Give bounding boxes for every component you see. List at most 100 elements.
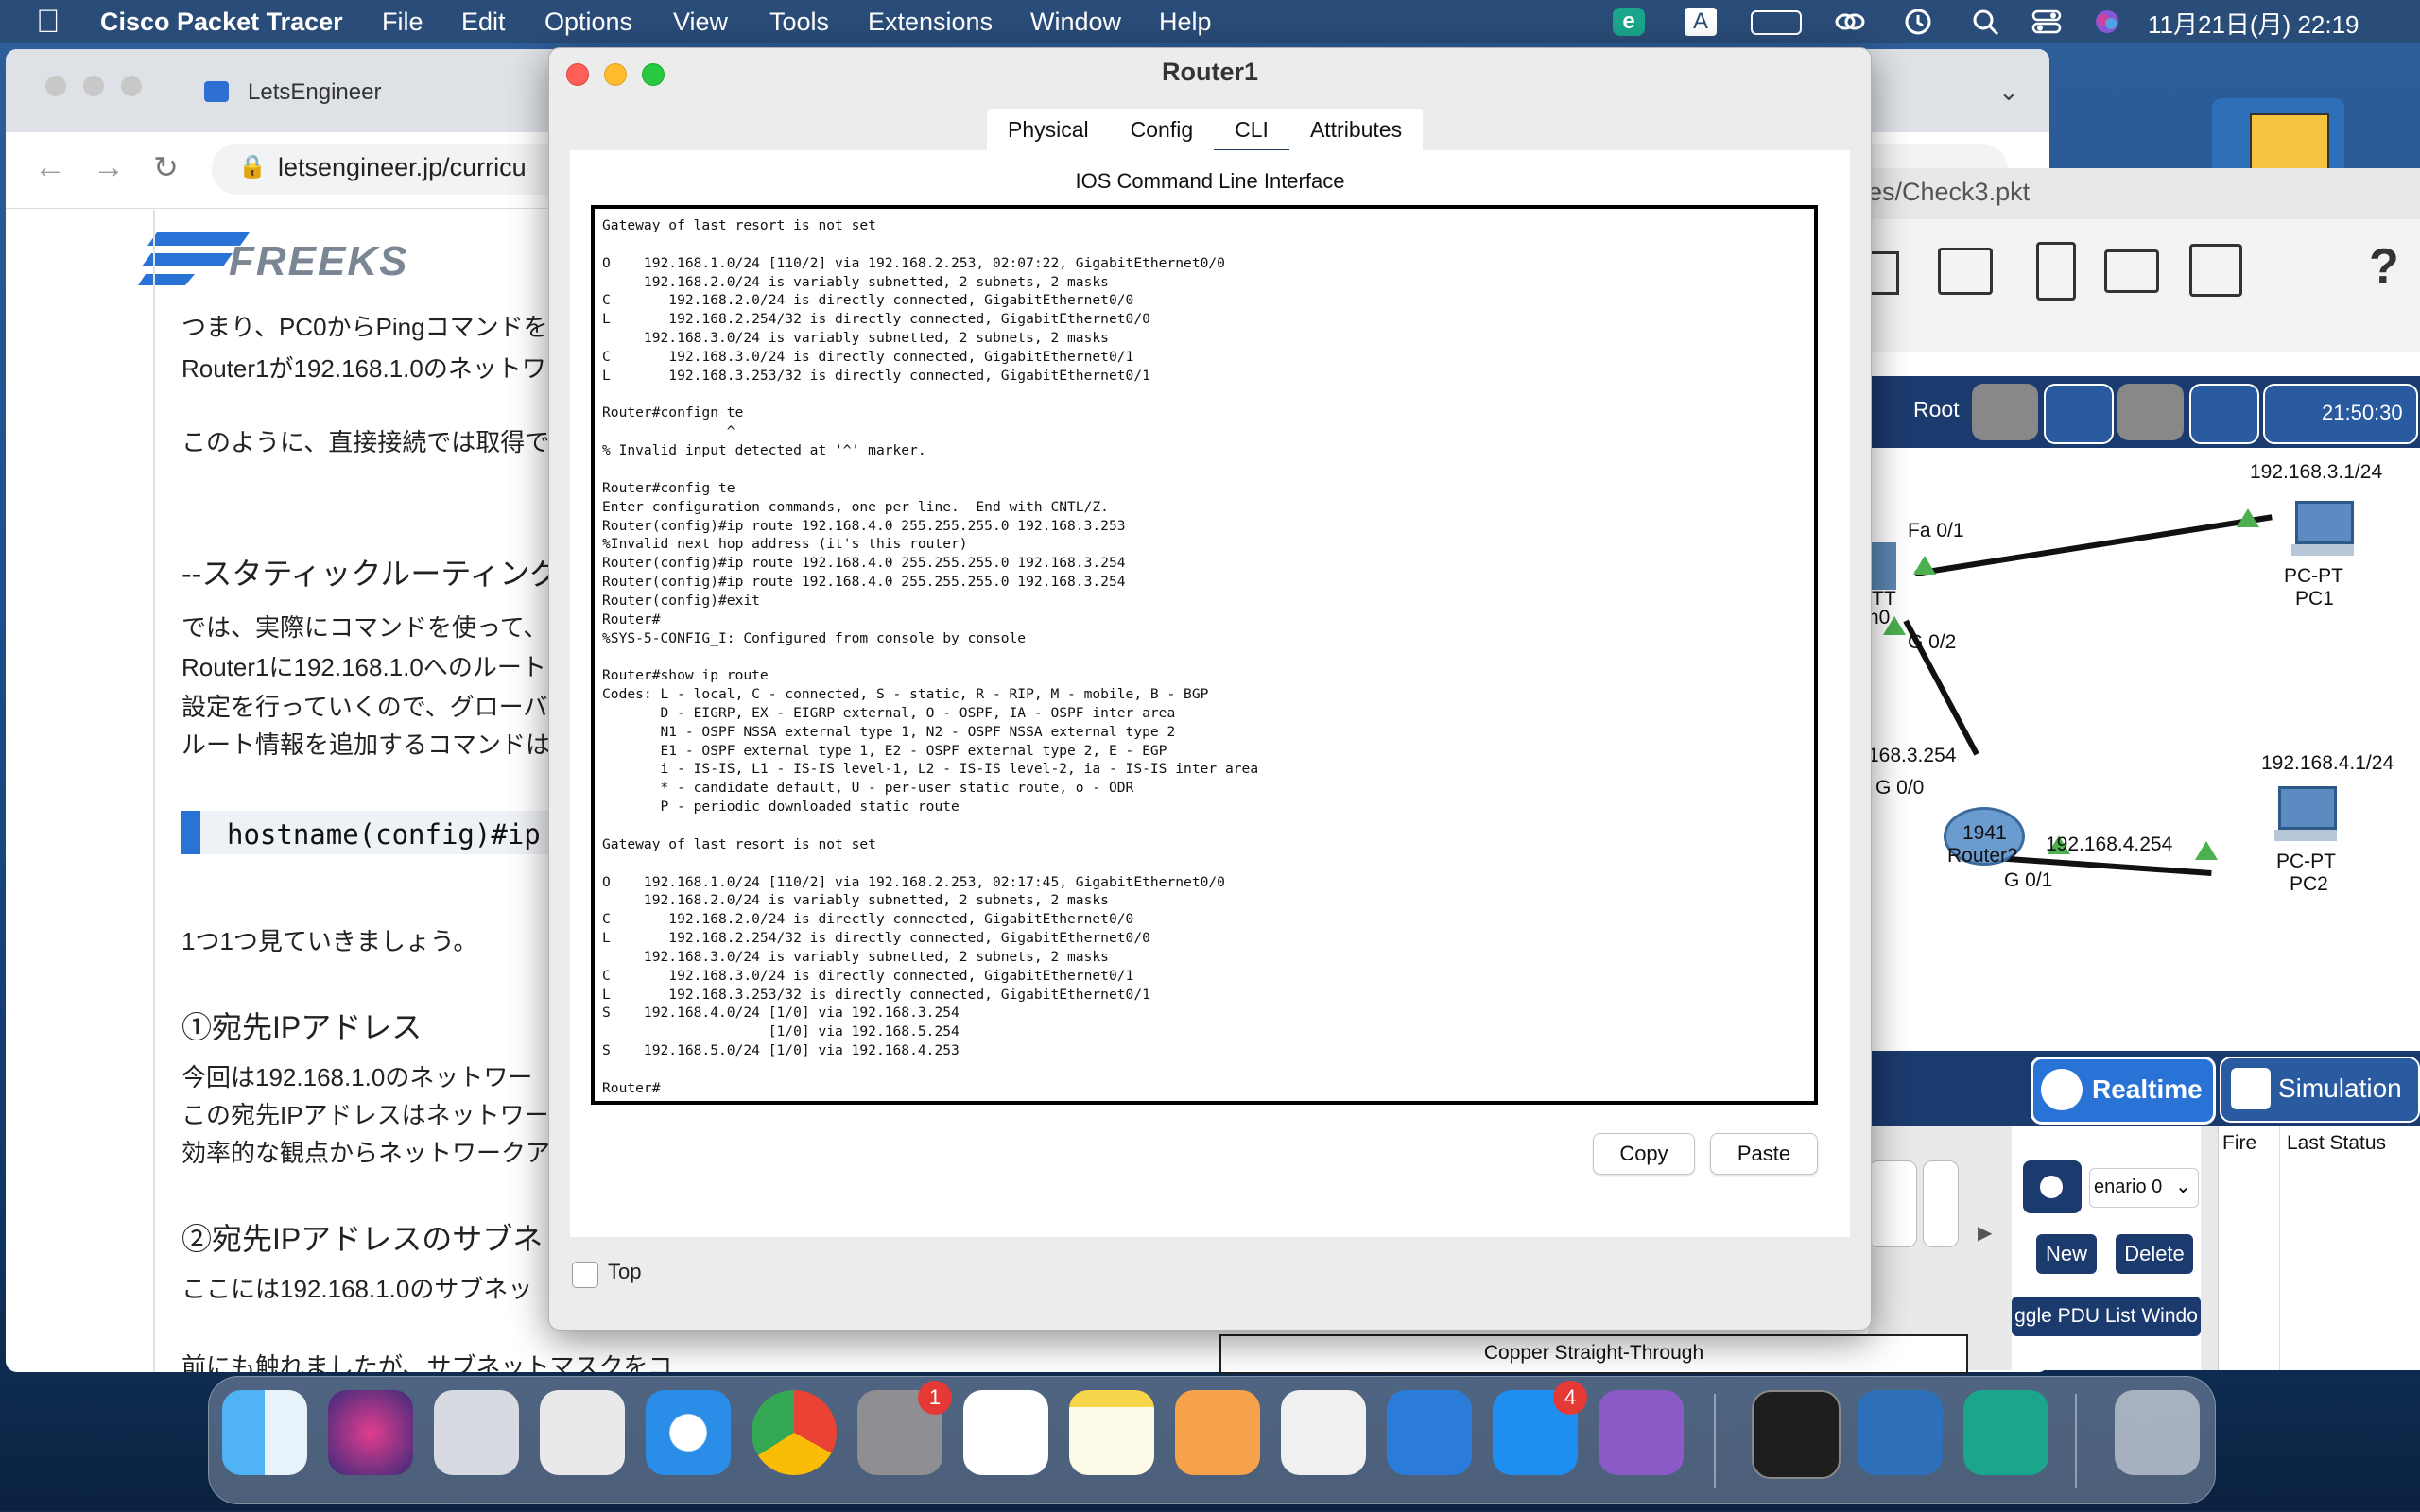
cli-panel: IOS Command Line Interface Gateway of la… <box>570 150 1850 1237</box>
clock[interactable]: 11月21日(月) 22:19 <box>2148 6 2360 41</box>
apple-icon[interactable]:  <box>36 4 60 41</box>
window-minimize-dot[interactable] <box>83 76 104 96</box>
logo-text: FREEKS <box>229 238 409 284</box>
cloud-window-icon[interactable] <box>2189 244 2242 297</box>
app-store-icon[interactable]: 4 <box>1493 1381 1587 1475</box>
reload-icon[interactable]: ↻ <box>153 149 179 185</box>
time-machine-icon[interactable] <box>1902 8 1934 36</box>
pt-file-title: es/Check3.pkt <box>1868 178 2031 206</box>
link-switch-pc1[interactable] <box>1914 514 2273 576</box>
move-icon[interactable] <box>2118 384 2184 440</box>
cloud-add-icon[interactable] <box>2044 384 2114 444</box>
search-icon[interactable] <box>1970 8 2002 36</box>
subheading: ①宛先IPアドレス <box>182 1010 423 1044</box>
cable-type-label: Copper Straight-Through <box>1219 1334 1968 1374</box>
dock-divider <box>2075 1394 2077 1488</box>
tab-physical[interactable]: Physical <box>987 109 1110 154</box>
safari-icon[interactable] <box>646 1390 731 1475</box>
link-up-indicator <box>1913 556 1936 575</box>
disk-utility-icon[interactable] <box>540 1390 625 1475</box>
router-ip-label: 168.3.254 <box>1868 745 1957 766</box>
subheading: ②宛先IPアドレスのサブネ <box>182 1222 544 1256</box>
cli-output[interactable]: Gateway of last resort is not set O 192.… <box>595 209 1814 1098</box>
menu-help[interactable]: Help <box>1159 8 1212 37</box>
letsengineer-favicon-icon <box>204 81 229 102</box>
keynote-icon[interactable] <box>1387 1390 1472 1475</box>
menu-window[interactable]: Window <box>1030 8 1121 37</box>
control-center-icon[interactable] <box>2031 8 2063 36</box>
col-last-status-header[interactable]: Last Status <box>2287 1132 2386 1155</box>
article-line: Router1が192.168.1.0のネットワ <box>182 354 546 383</box>
github-desktop-icon[interactable] <box>1599 1390 1684 1475</box>
menu-view[interactable]: View <box>673 8 728 37</box>
launchpad-icon[interactable] <box>434 1390 519 1475</box>
numbers-icon[interactable] <box>1281 1390 1366 1475</box>
delete-scenario-button[interactable]: Delete <box>2116 1234 2193 1274</box>
trash-icon[interactable] <box>2115 1390 2200 1475</box>
simulation-button[interactable]: Simulation <box>2220 1057 2420 1123</box>
tab-cli[interactable]: CLI <box>1214 109 1289 154</box>
image-icon[interactable] <box>2189 384 2259 444</box>
menu-app-name[interactable]: Cisco Packet Tracer <box>100 8 343 37</box>
chrome-icon[interactable] <box>752 1390 837 1475</box>
help-icon[interactable]: ? <box>2369 238 2399 295</box>
cable-icon[interactable] <box>1923 1160 1959 1247</box>
info-icon[interactable] <box>2023 1160 2082 1213</box>
realtime-button[interactable]: Realtime <box>2031 1057 2216 1125</box>
cli-terminal[interactable]: Gateway of last resort is not set O 192.… <box>591 205 1818 1105</box>
input-source-icon[interactable]: A <box>1685 8 1717 36</box>
col-fire-header[interactable]: Fire <box>2222 1132 2256 1155</box>
copy-button[interactable]: Copy <box>1593 1133 1695 1175</box>
tab-list-chevron-icon[interactable]: ⌄ <box>1998 77 2019 107</box>
link-icon[interactable] <box>1834 8 1866 36</box>
root-label[interactable]: Root <box>1913 397 1960 422</box>
clock-panel[interactable]: 21:50:30 <box>2263 384 2418 444</box>
siri-app-icon[interactable] <box>328 1390 413 1475</box>
menu-options[interactable]: Options <box>544 8 632 37</box>
device-icon[interactable] <box>2104 249 2159 293</box>
browser-tab-title[interactable]: LetsEngineer <box>248 79 381 106</box>
fa01-label: Fa 0/1 <box>1908 520 1964 541</box>
back-icon[interactable]: ← <box>34 149 66 186</box>
siri-icon[interactable] <box>2091 8 2123 36</box>
window-zoom-dot[interactable] <box>121 76 142 96</box>
window-close-dot[interactable] <box>45 76 66 96</box>
mode-bar: Realtime Simulation <box>1868 1051 2420 1126</box>
forward-icon[interactable]: → <box>93 149 125 186</box>
finder-icon[interactable] <box>222 1390 307 1475</box>
toggle-pdu-list-button[interactable]: ggle PDU List Windo <box>2012 1297 2201 1336</box>
menu-file[interactable]: File <box>382 8 424 37</box>
pc1-icon[interactable] <box>2291 501 2354 561</box>
new-scenario-button[interactable]: New <box>2036 1234 2097 1274</box>
paste-button[interactable]: Paste <box>1710 1133 1818 1175</box>
menu-extensions[interactable]: Extensions <box>868 8 993 37</box>
router-name-label: Router2 <box>1947 845 2018 867</box>
system-preferences-icon[interactable]: 1 <box>857 1381 952 1475</box>
eset-status-icon[interactable]: e <box>1613 8 1645 36</box>
g02-label: G 0/2 <box>1908 631 1957 653</box>
back-arrow-icon[interactable] <box>1972 384 2038 440</box>
topology-canvas[interactable]: 192.168.3.1/24 Fa 0/1 PC-PT PC1 TT h0 G … <box>1858 448 2420 1053</box>
top-checkbox[interactable] <box>572 1262 598 1288</box>
expand-arrow-icon[interactable]: ▶ <box>1978 1221 1992 1245</box>
battery-icon[interactable] <box>1751 10 1802 35</box>
pages-icon[interactable] <box>1175 1390 1260 1475</box>
page-divider <box>153 210 155 1372</box>
eset-icon[interactable] <box>1963 1390 2048 1475</box>
pc2-icon[interactable] <box>2274 786 2337 847</box>
tab-attributes[interactable]: Attributes <box>1289 109 1423 154</box>
toolbar-icon[interactable] <box>1868 251 1899 295</box>
packet-tracer-dock-icon[interactable] <box>1858 1390 1943 1475</box>
photos-icon[interactable] <box>963 1390 1048 1475</box>
menu-tools[interactable]: Tools <box>769 8 829 37</box>
notes-icon[interactable] <box>1069 1390 1154 1475</box>
note-icon[interactable] <box>2036 242 2076 301</box>
url-text[interactable]: letsengineer.jp/curricu <box>278 153 527 182</box>
connection-type-icon[interactable] <box>1868 1160 1917 1247</box>
list-icon[interactable] <box>1938 248 1993 295</box>
scenario-select[interactable]: enario 0 ⌄ <box>2089 1168 2199 1208</box>
pc1-name-label: PC1 <box>2295 588 2334 610</box>
terminal-icon[interactable] <box>1752 1390 1841 1479</box>
tab-config[interactable]: Config <box>1110 109 1214 154</box>
menu-edit[interactable]: Edit <box>461 8 506 37</box>
